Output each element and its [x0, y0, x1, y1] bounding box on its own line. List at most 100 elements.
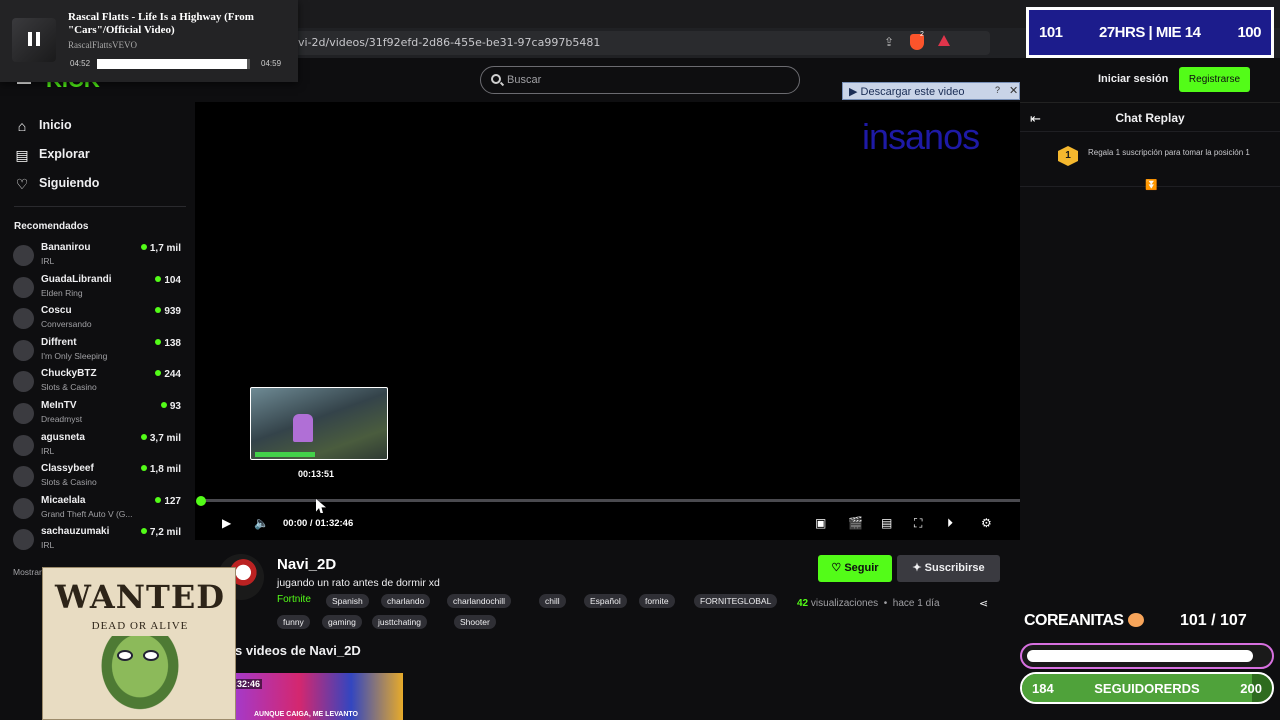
thumbnail-caption: AUNQUE CAIGA, ME LEVANTO	[254, 711, 358, 718]
follower-goal: 200	[1240, 681, 1262, 696]
time-label: 00:00 / 01:32:46	[283, 518, 354, 529]
seek-handle[interactable]	[196, 496, 206, 506]
tag-chip[interactable]: funny	[277, 615, 310, 629]
sidebar-channel-agusneta[interactable]: agusneta IRL 3,7 mil	[13, 432, 185, 460]
video-player[interactable]: insanos 00:13:51 ▶ 🔈 00:00 / 01:32:46 ▣ …	[195, 102, 1020, 540]
frog-eye	[117, 650, 133, 661]
sidebar-channel-guadalibrandi[interactable]: GuadaLibrandi Elden Ring 104	[13, 274, 185, 302]
tag-chip[interactable]: Shooter	[454, 615, 496, 629]
share-icon[interactable]: ⋖	[979, 597, 988, 610]
channel-name: Micaelala	[41, 494, 86, 506]
share-icon[interactable]: ⇪	[884, 35, 894, 49]
nav-label: Explorar	[39, 147, 90, 161]
search-icon	[491, 74, 501, 84]
sidebar-channel-micaelala[interactable]: Micaelala Grand Theft Auto V (G... 127	[13, 495, 185, 523]
settings-icon[interactable]: ⚙	[981, 516, 992, 530]
pause-icon[interactable]	[22, 28, 46, 52]
channel-name: Diffrent	[41, 336, 77, 348]
sidebar-channel-sachauzumaki[interactable]: sachauzumaki IRL 7,2 mil	[13, 526, 185, 554]
download-label[interactable]: ▶ Descargar este video	[849, 85, 964, 98]
views-label: visualizaciones	[810, 598, 879, 609]
wanted-subheading: DEAD OR ALIVE	[91, 620, 189, 632]
play-icon[interactable]: ▶	[222, 516, 231, 530]
miniplayer-icon[interactable]: ▣	[815, 516, 826, 530]
channel-name: agusneta	[41, 431, 85, 443]
frog-illustration	[91, 636, 189, 720]
expand-arrow-icon[interactable]: ⏬	[1145, 180, 1157, 191]
channel-category: I'm Only Sleeping	[41, 350, 108, 361]
tag-chip[interactable]: FORNITEGLOBAL	[694, 594, 778, 608]
tag-chip[interactable]: gaming	[322, 615, 362, 629]
clip-icon[interactable]: 🎬	[848, 516, 863, 530]
search-input[interactable]: Buscar	[507, 74, 541, 86]
tag-chip[interactable]: charlandochill	[447, 594, 511, 608]
channel-name[interactable]: Navi_2D	[277, 556, 336, 573]
channel-avatar	[13, 371, 34, 393]
video-thumbnail[interactable]: :32:46 AUNQUE CAIGA, ME LEVANTO	[230, 673, 403, 720]
channel-category: Conversando	[41, 319, 92, 330]
tag-chip[interactable]: chill	[539, 594, 566, 608]
sidebar-channel-chuckybtz[interactable]: ChuckyBTZ Slots & Casino 244	[13, 368, 185, 396]
follower-label: SEGUIDORERDS	[1094, 681, 1200, 696]
video-age: hace 1 día	[892, 598, 940, 609]
url-text[interactable]: vi-2d/videos/31f92efd-2d86-455e-be31-97c…	[298, 36, 600, 49]
divider	[14, 206, 186, 207]
theater-mode-icon[interactable]: ▤	[881, 516, 892, 530]
gift-position-badge: 1	[1058, 146, 1078, 166]
media-progress-bar[interactable]	[97, 59, 250, 69]
brave-rewards-icon[interactable]	[938, 35, 950, 46]
video-info: Navi_2D jugando un rato antes de dormir …	[195, 540, 1020, 720]
seek-preview-thumbnail	[250, 387, 388, 460]
brave-badge: 2	[920, 31, 924, 38]
gift-sub-banner[interactable]: 1 Regala 1 suscripción para tomar la pos…	[1020, 135, 1280, 191]
subscribe-label: Suscribirse	[924, 562, 985, 574]
channel-avatar	[13, 403, 34, 424]
score-right: 100	[1237, 24, 1261, 41]
chat-header: ⇤ Chat Replay	[1020, 102, 1280, 132]
fullscreen-icon[interactable]: ⛶	[914, 516, 922, 531]
channel-category: IRL	[41, 445, 55, 456]
close-icon[interactable]: ✕	[1009, 84, 1018, 97]
login-button[interactable]: Iniciar sesión	[1098, 73, 1168, 85]
score-center: 27HRS | MIE 14	[1099, 24, 1201, 41]
sidebar-channel-diffrent[interactable]: Diffrent I'm Only Sleeping 138	[13, 337, 185, 365]
sidebar-channel-coscu[interactable]: Coscu Conversando 939	[13, 305, 185, 333]
scoreboard-overlay: 101 27HRS | MIE 14 100	[1026, 7, 1274, 58]
sidebar-channel-classybeef[interactable]: Classybeef Slots & Casino 1,8 mil	[13, 463, 185, 491]
viewer-count: 1,7 mil	[141, 243, 181, 254]
viewer-count: 939	[155, 306, 181, 317]
address-bar[interactable]: vi-2d/videos/31f92efd-2d86-455e-be31-97c…	[290, 31, 990, 55]
menu-icon[interactable]	[17, 82, 31, 84]
follower-goal-bar: 184 SEGUIDORERDS 200	[1020, 672, 1274, 704]
channel-avatar	[13, 497, 34, 519]
category-link[interactable]: Fortnite	[277, 594, 311, 605]
nav-label: Siguiendo	[39, 176, 100, 190]
seek-bar[interactable]	[201, 499, 1020, 502]
tag-chip[interactable]: fornite	[639, 594, 675, 608]
viewer-count: 93	[161, 401, 181, 412]
tag-chip[interactable]: charlando	[381, 594, 431, 608]
playback-speed-icon[interactable]: ⏵	[947, 516, 953, 531]
media-channel: RascalFlattsVEVO	[68, 40, 137, 50]
help-icon[interactable]: ?	[995, 85, 1000, 95]
channel-avatar	[13, 434, 34, 456]
channel-avatar	[13, 308, 34, 330]
tag-chip[interactable]: Español	[584, 594, 627, 608]
tag-chip[interactable]: justtchating	[372, 615, 427, 629]
search-bar[interactable]: Buscar	[480, 66, 800, 94]
frog-eye	[143, 650, 159, 661]
preview-time: 00:13:51	[298, 469, 335, 479]
channel-avatar	[13, 339, 34, 361]
follow-button[interactable]: ♡ Seguir	[818, 555, 892, 582]
viewer-count: 1,8 mil	[141, 464, 181, 475]
media-progress-fill	[97, 59, 247, 69]
sidebar-channel-meintv[interactable]: MeInTV Dreadmyst 93	[13, 400, 185, 428]
register-button[interactable]: Registrarse	[1179, 67, 1250, 92]
volume-icon[interactable]: 🔈	[254, 516, 269, 530]
subscribe-button[interactable]: ✦ Suscribirse	[897, 555, 1000, 582]
screen: vi-2d/videos/31f92efd-2d86-455e-be31-97c…	[0, 0, 1280, 720]
sidebar-channel-bananirou[interactable]: Bananirou IRL 1,7 mil	[13, 242, 185, 270]
tag-chip[interactable]: Spanish	[326, 594, 369, 608]
channel-name: Bananirou	[41, 242, 91, 253]
download-video-button[interactable]: ▶ Descargar este video ? ✕	[842, 82, 1020, 100]
